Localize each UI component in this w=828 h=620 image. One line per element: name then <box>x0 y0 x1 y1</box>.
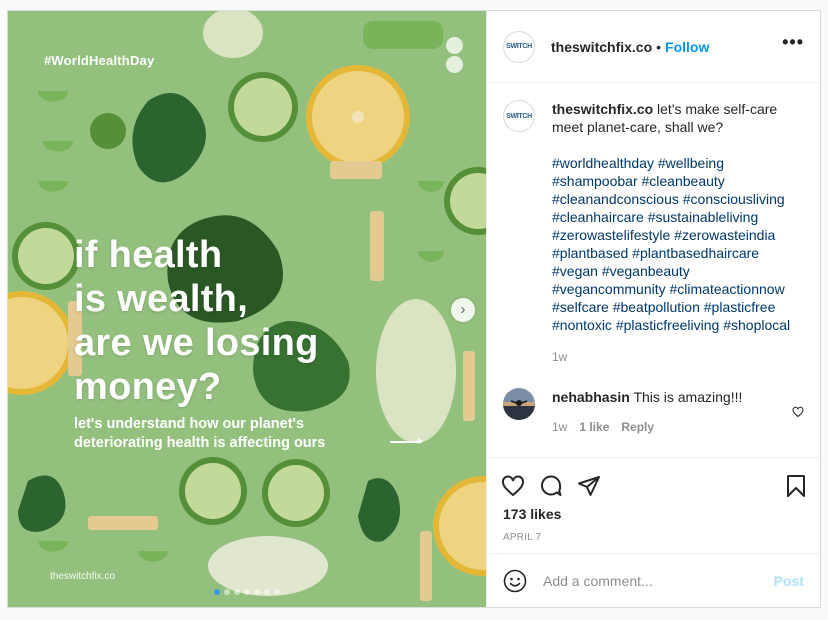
commenter-username[interactable]: nehabhasin <box>552 389 630 405</box>
hashtag-overlay: #WorldHealthDay <box>44 53 155 68</box>
carousel-dot <box>244 589 250 595</box>
post-date[interactable]: APRIL 7 <box>503 532 804 543</box>
account-avatar[interactable]: SWITCH <box>503 30 535 63</box>
carousel-dot <box>234 589 240 595</box>
carousel-next-button[interactable]: › <box>451 298 475 322</box>
hashtag-line[interactable]: #vegancommunity #climateactionnow <box>552 280 804 298</box>
sticker-dot <box>446 56 463 73</box>
comment-time[interactable]: 1w <box>552 420 567 434</box>
emoji-icon[interactable] <box>503 569 527 593</box>
headline-line: is wealth, <box>74 278 249 320</box>
sticker-dot <box>446 37 463 54</box>
commenter-avatar[interactable] <box>503 388 535 420</box>
comment-meta: 1w 1 like Reply <box>552 418 742 436</box>
carousel-dot <box>274 589 280 595</box>
caption-avatar[interactable]: SWITCH <box>503 100 535 132</box>
caption-time[interactable]: 1w <box>552 348 804 366</box>
add-comment-bar: Add a comment... Post <box>487 553 820 607</box>
action-icons <box>501 466 805 506</box>
post-sidebar: SWITCH theswitchfix.co • Follow ••• SWIT… <box>486 11 820 607</box>
headline-line: if health <box>74 234 223 276</box>
more-options-icon[interactable]: ••• <box>782 33 804 51</box>
post-comment-button[interactable]: Post <box>774 573 804 589</box>
comment-reply-button[interactable]: Reply <box>621 420 654 434</box>
comments-section[interactable]: SWITCH theswitchfix.co let's make self-c… <box>487 84 820 456</box>
comment-like-icon[interactable] <box>792 406 804 418</box>
post-header: SWITCH theswitchfix.co • Follow ••• <box>487 11 820 83</box>
carousel-dot <box>224 589 230 595</box>
caption-username[interactable]: theswitchfix.co <box>552 101 653 117</box>
post-actions: 173 likes APRIL 7 <box>487 457 820 553</box>
comment-input[interactable]: Add a comment... <box>543 573 774 589</box>
commenter-photo <box>503 388 535 420</box>
carousel-dot <box>214 589 220 595</box>
comment-row: nehabhasin This is amazing!!! 1w 1 like Re… <box>503 388 804 436</box>
carousel-dot <box>254 589 260 595</box>
hashtag-line[interactable]: #nontoxic #plasticfreeliving #shoplocal <box>552 316 804 334</box>
instagram-post: #WorldHealthDay if health is wealth, are… <box>7 10 821 608</box>
comment-likes[interactable]: 1 like <box>579 420 609 434</box>
subheadline-line: let's understand how our planet's <box>74 416 305 432</box>
carousel-indicator <box>214 589 280 595</box>
carousel-dot <box>264 589 270 595</box>
subheadline: let's understand how our planet's deteri… <box>74 415 325 453</box>
caption-body: theswitchfix.co let's make self-care mee… <box>552 100 804 366</box>
headline-line: money? <box>74 366 222 408</box>
caption-text-block: theswitchfix.co let's make self-care mee… <box>552 100 804 136</box>
hashtag-line[interactable]: #worldhealthday #wellbeing <box>552 154 804 172</box>
post-image[interactable]: #WorldHealthDay if health is wealth, are… <box>8 11 486 607</box>
comment-body: nehabhasin This is amazing!!! 1w 1 like Re… <box>552 388 742 436</box>
watermark: theswitchfix.co <box>50 571 116 582</box>
subheadline-line: deteriorating health is affecting ours <box>74 435 326 451</box>
bookmark-icon[interactable] <box>784 474 808 503</box>
hashtag-line[interactable]: #cleanandconscious #consciousliving <box>552 190 804 208</box>
comment-icon[interactable] <box>539 466 579 506</box>
share-icon[interactable] <box>577 466 617 506</box>
comment-text-block: nehabhasin This is amazing!!! <box>552 388 742 406</box>
hashtag-list: #worldhealthday #wellbeing #shampoobar #… <box>552 154 804 334</box>
headline: if health is wealth, are we losing money… <box>74 233 319 409</box>
hashtag-line[interactable]: #cleanhaircare #sustainableliving <box>552 208 804 226</box>
header-separator: • <box>656 38 662 55</box>
like-count[interactable]: 173 likes <box>503 506 804 522</box>
arrow-right-icon <box>390 438 423 444</box>
headline-line: are we losing <box>74 322 319 364</box>
hashtag-line[interactable]: #plantbased #plantbasedhaircare <box>552 244 804 262</box>
comment-text: This is amazing!!! <box>633 389 743 405</box>
hashtag-line[interactable]: #shampoobar #cleanbeauty <box>552 172 804 190</box>
account-username[interactable]: theswitchfix.co <box>551 39 652 55</box>
follow-button[interactable]: Follow <box>665 39 709 55</box>
hashtag-line[interactable]: #selfcare #beatpollution #plasticfree <box>552 298 804 316</box>
caption-row: SWITCH theswitchfix.co let's make self-c… <box>503 100 804 366</box>
heart-icon[interactable] <box>501 466 541 506</box>
hashtag-line[interactable]: #zerowastelifestyle #zerowasteindia <box>552 226 804 244</box>
hashtag-line[interactable]: #vegan #veganbeauty <box>552 262 804 280</box>
